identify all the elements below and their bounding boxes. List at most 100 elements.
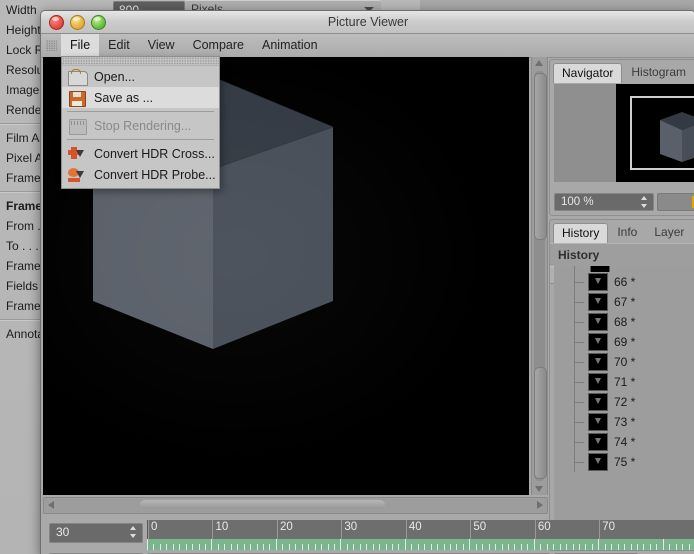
row-thumbnail[interactable] bbox=[588, 293, 608, 311]
table-row[interactable]: 71 *80 bbox=[554, 372, 694, 392]
zoom-slider[interactable] bbox=[657, 193, 694, 211]
menu-item-convert-hdr-cross[interactable]: Convert HDR Cross... bbox=[62, 143, 219, 164]
row-thumbnail[interactable] bbox=[588, 313, 608, 331]
row-name: 71 * bbox=[614, 375, 636, 389]
menu-item-label: Convert HDR Cross... bbox=[94, 146, 215, 161]
scroll-right-icon[interactable] bbox=[537, 501, 543, 509]
range-tick bbox=[566, 544, 568, 550]
zoom-button-icon[interactable] bbox=[91, 15, 106, 30]
menu-item-label: Open... bbox=[94, 69, 135, 84]
floppy-disk-icon bbox=[67, 90, 87, 107]
tab-info[interactable]: Info bbox=[609, 223, 645, 243]
range-tick bbox=[211, 539, 213, 550]
row-thumbnail[interactable] bbox=[588, 373, 608, 391]
fps-field[interactable]: 30 bbox=[49, 523, 143, 543]
row-thumbnail[interactable] bbox=[588, 333, 608, 351]
menu-item-open[interactable]: Open... bbox=[62, 66, 219, 87]
close-button-icon[interactable] bbox=[49, 15, 64, 30]
tab-layer[interactable]: Layer bbox=[646, 223, 692, 243]
window-titlebar[interactable]: Picture Viewer bbox=[41, 11, 694, 34]
right-panel-column: Navigator Histogram 100 % History Info L… bbox=[549, 57, 694, 554]
row-thumbnail[interactable] bbox=[588, 393, 608, 411]
table-row[interactable]: 70 *80 bbox=[554, 352, 694, 372]
timeline-range-bar[interactable] bbox=[147, 539, 694, 550]
menu-compare[interactable]: Compare bbox=[184, 34, 253, 57]
menu-view[interactable]: View bbox=[139, 34, 184, 57]
menu-item-convert-hdr-probe[interactable]: Convert HDR Probe... bbox=[62, 164, 219, 185]
row-thumbnail[interactable] bbox=[588, 413, 608, 431]
ruler-tick-label: 50 bbox=[473, 521, 487, 533]
range-tick bbox=[643, 544, 645, 550]
history-rows-container: 66 *8067 *8068 *8069 *8070 *8071 *8072 *… bbox=[554, 272, 694, 472]
row-thumbnail[interactable] bbox=[588, 273, 608, 291]
table-row[interactable]: 66 *80 bbox=[554, 272, 694, 292]
scroll-up-icon[interactable] bbox=[535, 60, 543, 66]
timeline-ruler[interactable]: 0 10 20 30 40 50 60 70 bbox=[147, 520, 694, 539]
range-tick bbox=[308, 544, 310, 550]
history-list[interactable]: 66 *8067 *8068 *8069 *8070 *8071 *8072 *… bbox=[554, 266, 694, 530]
stepper-icon[interactable] bbox=[130, 526, 137, 538]
window-title: Picture Viewer bbox=[327, 15, 409, 29]
viewport-vertical-scrollbar[interactable] bbox=[531, 57, 548, 495]
range-tick bbox=[385, 544, 387, 550]
table-row[interactable]: 75 *80 bbox=[554, 452, 694, 472]
range-tick bbox=[456, 544, 458, 550]
row-thumbnail[interactable] bbox=[588, 453, 608, 471]
table-row[interactable]: 72 *80 bbox=[554, 392, 694, 412]
range-tick bbox=[591, 544, 593, 550]
range-tick bbox=[443, 544, 445, 550]
menu-file[interactable]: File bbox=[61, 34, 100, 57]
range-tick bbox=[166, 544, 168, 550]
menu-item-save-as[interactable]: Save as ... bbox=[62, 87, 219, 108]
table-row[interactable]: 69 *80 bbox=[554, 332, 694, 352]
navigator-thumbnail[interactable] bbox=[616, 84, 694, 182]
film-strip-icon bbox=[67, 118, 87, 135]
range-tick bbox=[617, 544, 619, 550]
menu-bar: File Edit View Compare Animation bbox=[41, 34, 694, 58]
table-row[interactable]: 67 *80 bbox=[554, 292, 694, 312]
scroll-down-icon[interactable] bbox=[535, 486, 543, 492]
table-row[interactable]: 74 *80 bbox=[554, 432, 694, 452]
range-tick bbox=[533, 539, 535, 550]
range-tick bbox=[424, 544, 426, 550]
minimize-button-icon[interactable] bbox=[70, 15, 85, 30]
range-tick bbox=[488, 544, 490, 550]
navigator-view[interactable] bbox=[554, 84, 694, 182]
range-tick bbox=[611, 544, 613, 550]
range-tick bbox=[604, 544, 606, 550]
menubar-grip[interactable] bbox=[41, 34, 61, 57]
tree-indent bbox=[554, 292, 588, 312]
range-tick bbox=[495, 544, 497, 550]
scrollbar-thumb-upper[interactable] bbox=[534, 73, 547, 240]
picture-viewer-window: Picture Viewer File Edit View Compare An… bbox=[40, 10, 694, 554]
ruler-tick bbox=[212, 520, 214, 539]
range-tick bbox=[546, 544, 548, 550]
zoom-level-field[interactable]: 100 % bbox=[554, 193, 654, 211]
tab-history[interactable]: History bbox=[553, 223, 609, 243]
row-thumbnail[interactable] bbox=[588, 353, 608, 371]
stepper-icon[interactable] bbox=[641, 196, 648, 208]
tab-histogram[interactable]: Histogram bbox=[623, 63, 694, 83]
table-row[interactable]: 68 *80 bbox=[554, 312, 694, 332]
range-tick bbox=[559, 544, 561, 550]
range-tick bbox=[578, 544, 580, 550]
range-tick bbox=[179, 544, 181, 550]
row-name: 66 * bbox=[614, 275, 636, 289]
viewport-horizontal-scrollbar[interactable] bbox=[43, 497, 548, 514]
tab-navigator[interactable]: Navigator bbox=[553, 63, 623, 83]
hscrollbar-thumb[interactable] bbox=[140, 500, 385, 509]
menu-animation[interactable]: Animation bbox=[253, 34, 327, 57]
range-tick bbox=[398, 544, 400, 550]
range-tick bbox=[430, 544, 432, 550]
table-row[interactable]: 73 *80 bbox=[554, 412, 694, 432]
folder-open-icon bbox=[67, 68, 88, 86]
range-tick bbox=[417, 544, 419, 550]
scroll-left-icon[interactable] bbox=[48, 501, 54, 509]
menu-edit[interactable]: Edit bbox=[99, 34, 139, 57]
row-thumbnail[interactable] bbox=[588, 433, 608, 451]
range-tick bbox=[514, 544, 516, 550]
scrollbar-thumb-lower[interactable] bbox=[534, 367, 547, 479]
range-tick bbox=[250, 544, 252, 550]
menu-tear-off-grip[interactable] bbox=[62, 57, 219, 66]
hdr-probe-icon bbox=[67, 167, 87, 183]
